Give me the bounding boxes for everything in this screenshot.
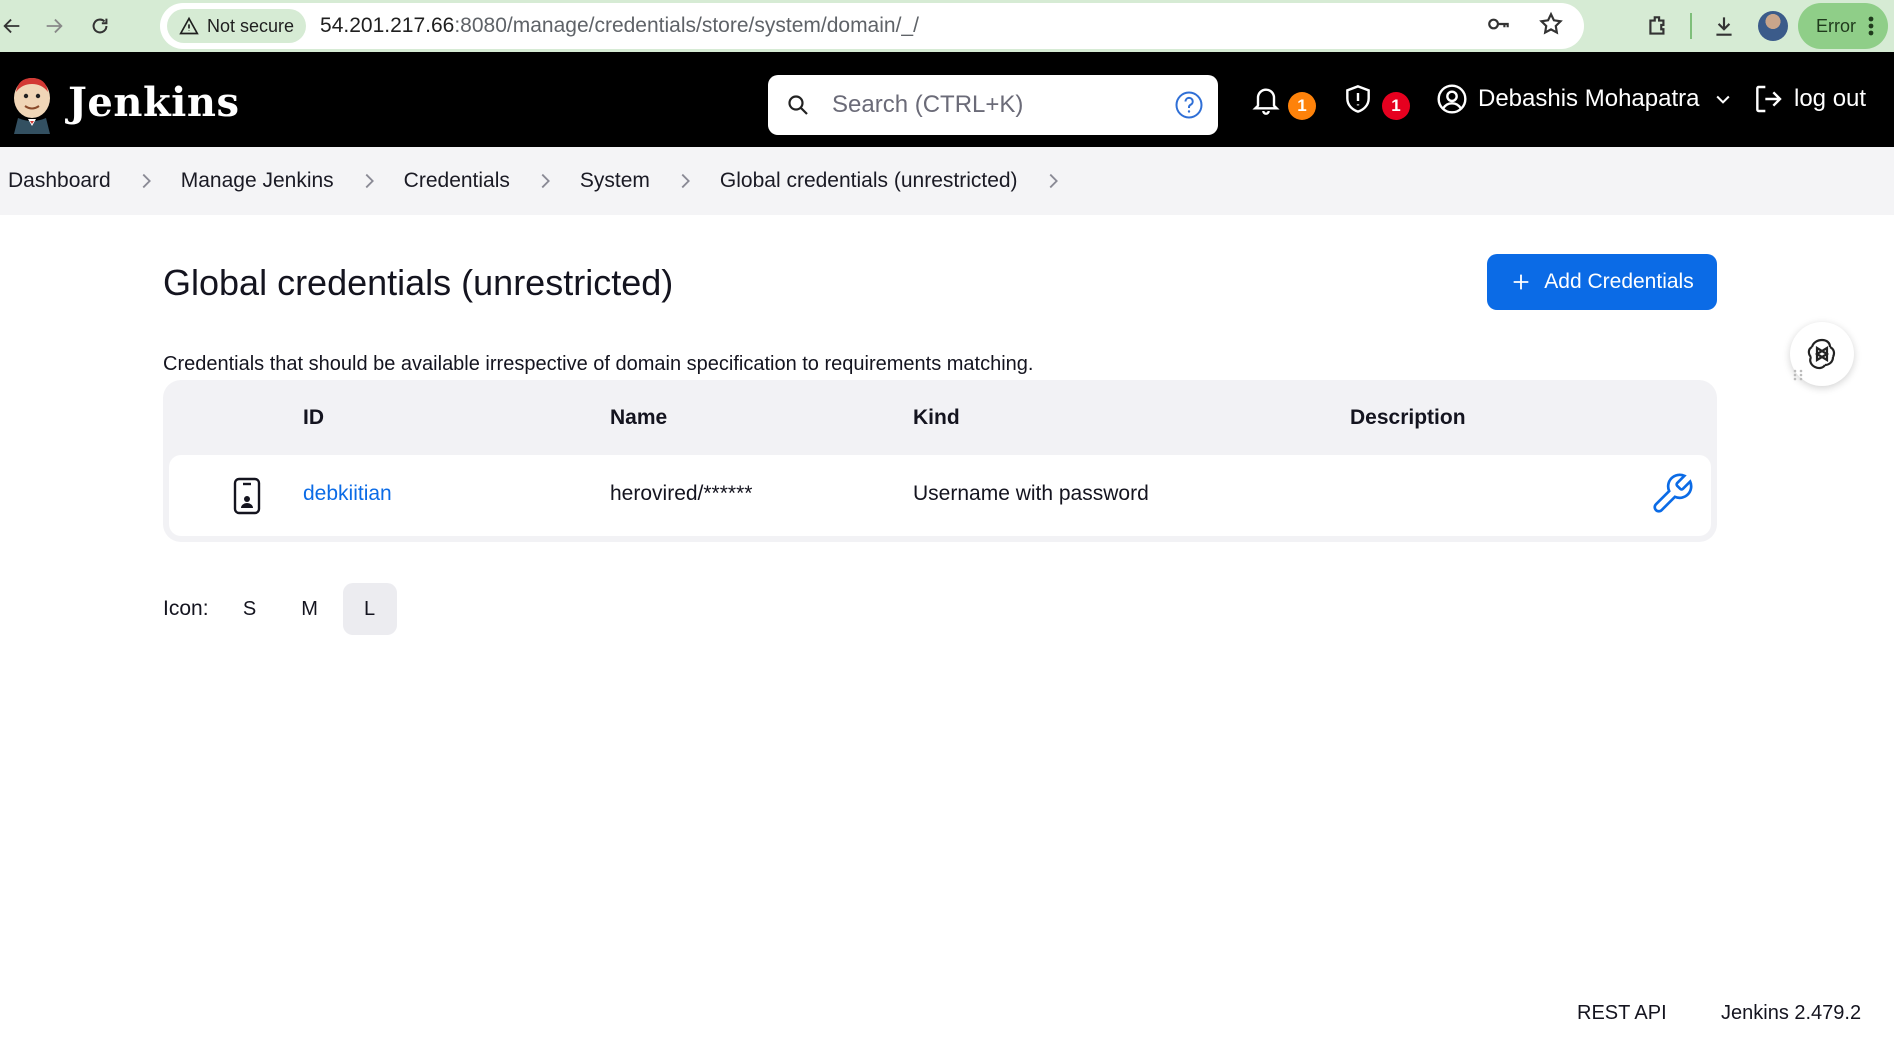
shield-alert-icon — [1346, 85, 1370, 113]
security-alerts-button[interactable] — [1342, 83, 1374, 115]
bell-icon — [1252, 88, 1280, 115]
back-icon[interactable] — [0, 6, 32, 46]
ai-assistant-icon — [1807, 338, 1836, 370]
toolbar-divider — [1690, 13, 1692, 39]
security-label: Not secure — [207, 15, 295, 36]
user-name: Debashis Mohapatra — [1478, 85, 1700, 112]
chevron-right-icon — [681, 173, 690, 189]
warning-icon — [179, 16, 199, 35]
security-badge: 1 — [1382, 92, 1410, 120]
user-menu-button[interactable]: Debashis Mohapatra — [1436, 83, 1733, 115]
column-header-name[interactable]: Name — [610, 406, 667, 430]
logout-button[interactable]: log out — [1752, 83, 1866, 115]
jenkins-header: Jenkins 1 1 Debashis Mohapatra log out — [0, 52, 1894, 147]
search-icon — [788, 95, 808, 115]
breadcrumb-global-credentials[interactable]: Global credentials (unrestricted) — [720, 169, 1018, 193]
credentials-table: ID Name Kind Description debkiitian hero… — [163, 380, 1717, 542]
plus-icon — [1513, 274, 1529, 290]
chevron-right-icon — [142, 173, 151, 189]
user-credential-icon — [233, 477, 261, 515]
breadcrumb-credentials[interactable]: Credentials — [404, 169, 510, 193]
breadcrumb-system[interactable]: System — [580, 169, 650, 193]
icon-size-medium[interactable]: M — [283, 583, 337, 635]
extensions-icon[interactable] — [1634, 13, 1682, 39]
page-title: Global credentials (unrestricted) — [163, 262, 674, 303]
chevron-down-icon — [1716, 95, 1731, 104]
error-label: Error — [1816, 15, 1856, 36]
chevron-right-icon[interactable] — [1042, 170, 1064, 192]
rest-api-link[interactable]: REST API — [1577, 1002, 1667, 1025]
credential-id-link[interactable]: debkiitian — [303, 482, 392, 506]
table-row: debkiitian herovired/****** Username wit… — [169, 455, 1711, 536]
bookmark-star-icon[interactable] — [1538, 11, 1564, 37]
url-host: 54.201.217.66 — [320, 14, 455, 37]
user-avatar-icon — [1437, 84, 1467, 114]
url-path: :8080/manage/credentials/store/system/do… — [454, 14, 919, 37]
page-description: Credentials that should be available irr… — [163, 353, 1034, 375]
column-header-kind[interactable]: Kind — [913, 406, 960, 430]
search-box[interactable] — [768, 75, 1218, 135]
logout-label: log out — [1794, 85, 1867, 112]
forward-icon[interactable] — [34, 6, 74, 46]
search-input[interactable] — [832, 91, 1152, 119]
chevron-right-icon — [365, 173, 374, 189]
wrench-icon[interactable] — [1649, 471, 1695, 517]
password-key-icon[interactable] — [1486, 11, 1512, 37]
security-indicator[interactable]: Not secure — [167, 9, 307, 43]
jenkins-brand[interactable]: Jenkins — [68, 79, 239, 126]
url-text: 54.201.217.66:8080/manage/credentials/st… — [320, 14, 919, 38]
breadcrumb-manage-jenkins[interactable]: Manage Jenkins — [181, 169, 334, 193]
column-header-description[interactable]: Description — [1350, 406, 1466, 430]
notifications-button[interactable] — [1250, 83, 1282, 115]
jenkins-version-link[interactable]: Jenkins 2.479.2 — [1721, 1002, 1861, 1025]
address-bar[interactable]: Not secure 54.201.217.66:8080/manage/cre… — [160, 3, 1584, 49]
icon-size-selector: Icon: S M L — [163, 583, 403, 635]
credential-kind: Username with password — [913, 482, 1149, 505]
add-credentials-button[interactable]: Add Credentials — [1487, 254, 1717, 310]
icon-size-large[interactable]: L — [342, 583, 397, 635]
icon-size-small[interactable]: S — [223, 583, 277, 635]
logout-icon — [1756, 85, 1782, 113]
reload-icon[interactable] — [80, 6, 120, 46]
icon-size-label: Icon: — [163, 597, 209, 620]
download-icon[interactable] — [1700, 13, 1748, 39]
breadcrumb-dashboard[interactable]: Dashboard — [8, 169, 111, 193]
profile-avatar[interactable] — [1758, 11, 1788, 41]
add-credentials-label: Add Credentials — [1544, 270, 1694, 293]
credential-name: herovired/****** — [610, 482, 753, 505]
chevron-right-icon — [541, 173, 550, 189]
jenkins-logo-icon[interactable] — [8, 74, 56, 134]
help-icon[interactable] — [1174, 90, 1204, 120]
error-button[interactable]: Error — [1798, 3, 1888, 49]
column-header-id[interactable]: ID — [303, 406, 324, 430]
kebab-menu-icon — [1868, 16, 1874, 36]
breadcrumb: Dashboard Manage Jenkins Credentials Sys… — [0, 147, 1894, 215]
browser-toolbar: Not secure 54.201.217.66:8080/manage/cre… — [0, 0, 1894, 52]
drag-handle-icon[interactable] — [1792, 368, 1804, 382]
notifications-badge: 1 — [1288, 92, 1316, 120]
